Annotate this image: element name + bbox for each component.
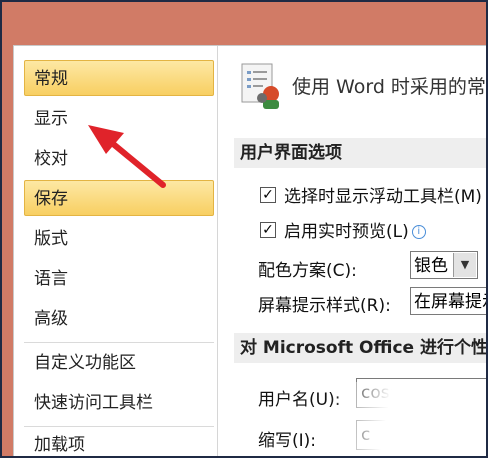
red-arrow-annotation	[88, 125, 166, 188]
background-frame: 常规 显示 校对 保存 版式 语言 高级 自定义功能区 快速访问工具栏 加载项	[2, 2, 486, 456]
